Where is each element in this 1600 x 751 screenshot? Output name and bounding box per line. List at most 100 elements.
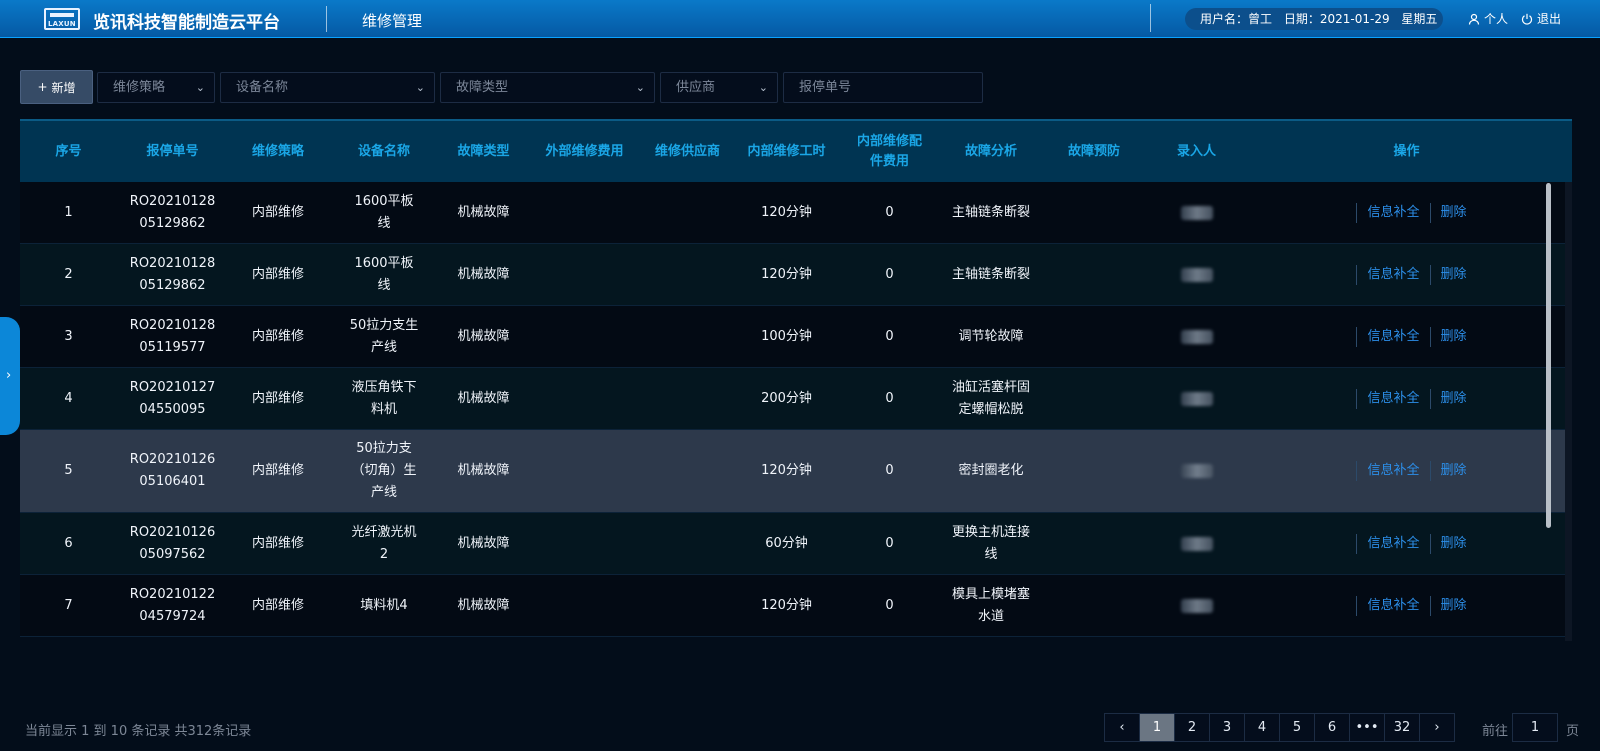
cell-hours: 120分钟 (761, 463, 812, 478)
cell-entered-by (1145, 182, 1248, 243)
cell-operations: 信息补全 删除 (1248, 244, 1565, 305)
goto-page-input[interactable]: 1 (1512, 713, 1558, 742)
cell-analysis: 密封圈老化 (958, 463, 1024, 478)
logout-link[interactable]: 退出 (1521, 10, 1561, 27)
cell-operations: 信息补全 删除 (1248, 306, 1565, 367)
complete-info-link[interactable]: 信息补全 (1367, 460, 1419, 482)
table-row[interactable]: 4 RO20210127 04550095 内部维修 液压角铁下料机 机械故障 200分钟… (20, 368, 1565, 430)
cell-strategy: 内部维修 (251, 204, 304, 220)
cell-parts-cost: 0 (885, 390, 894, 406)
divider (1429, 595, 1431, 616)
goto-prefix: 前往 (1482, 724, 1509, 739)
cell-fault-type: 机械故障 (457, 535, 510, 551)
supplier-select[interactable]: 供应商 ⌄ (660, 72, 778, 103)
table-row[interactable]: 1 RO20210128 05129862 内部维修 1600平板线 机械故障 120分钟… (20, 182, 1565, 244)
table-row[interactable]: 5 RO20210126 05106401 内部维修 50拉力支（切角）生产线 机械故障… (20, 430, 1565, 513)
page-ellipsis[interactable]: ••• (1349, 713, 1385, 742)
page-button[interactable]: 3 (1209, 713, 1245, 742)
next-page-button[interactable]: › (1419, 713, 1455, 742)
complete-info-link[interactable]: 信息补全 (1367, 326, 1419, 348)
cell-hours: 120分钟 (761, 597, 812, 613)
cell-no: 3 (64, 328, 73, 344)
cell-fault-type: 机械故障 (457, 463, 510, 478)
divider (1429, 264, 1431, 285)
complete-info-link[interactable]: 信息补全 (1367, 202, 1419, 224)
delete-link[interactable]: 删除 (1441, 533, 1467, 555)
redacted-name (1180, 391, 1213, 406)
cell-hours: 200分钟 (761, 390, 812, 406)
table-row[interactable]: 3 RO20210128 05119577 内部维修 50拉力支生产线 机械故障 100分… (20, 306, 1565, 368)
cell-parts-cost: 0 (885, 535, 894, 551)
strategy-select[interactable]: 维修策略 ⌄ (97, 72, 215, 103)
cell-entered-by (1145, 368, 1248, 429)
sidebar-toggle[interactable]: › (0, 317, 20, 435)
pagination: ‹ 1 2 3 4 5 6 ••• 32 › (1104, 713, 1455, 742)
user-icon (1468, 13, 1480, 25)
divider (1429, 326, 1431, 347)
complete-info-link[interactable]: 信息补全 (1367, 595, 1419, 617)
scrollbar-track[interactable] (1565, 182, 1572, 641)
cell-device: 光纤激光机2 (351, 524, 417, 562)
scrollbar-thumb[interactable] (1546, 183, 1551, 528)
column-header: 录入人 (1176, 143, 1216, 159)
cell-strategy: 内部维修 (251, 390, 304, 406)
redacted-name (1180, 464, 1213, 478)
cell-report-no: RO20210128 05129862 (129, 255, 216, 293)
divider (1356, 202, 1358, 223)
table-row[interactable]: 6 RO20210126 05097562 内部维修 光纤激光机2 机械故障 60分钟 0 更… (20, 513, 1565, 575)
report-no-input[interactable]: 报停单号 (783, 72, 983, 103)
cell-parts-cost: 0 (885, 266, 894, 282)
delete-link[interactable]: 删除 (1441, 264, 1467, 286)
page-button[interactable]: 1 (1139, 713, 1175, 742)
cell-report-no: RO20210122 04579724 (129, 586, 216, 624)
column-header: 报停单号 (146, 143, 199, 159)
device-select[interactable]: 设备名称 ⌄ (220, 72, 435, 103)
supplier-placeholder: 供应商 (676, 80, 716, 95)
cell-device: 50拉力支生产线 (349, 317, 419, 355)
user-info: 用户名：曾工 日期：2021-01-29 星期五 (1185, 8, 1443, 30)
page-button[interactable]: 6 (1314, 713, 1350, 742)
divider (1356, 264, 1358, 285)
delete-link[interactable]: 删除 (1441, 595, 1467, 617)
prev-page-button[interactable]: ‹ (1104, 713, 1140, 742)
records-summary: 当前显示 1 到 10 条记录 共312条记录 (25, 724, 252, 739)
add-button[interactable]: + 新增 (20, 70, 93, 104)
cell-parts-cost: 0 (885, 463, 894, 478)
fault-type-select[interactable]: 故障类型 ⌄ (440, 72, 655, 103)
redacted-name (1180, 267, 1213, 282)
chevron-down-icon: ⌄ (635, 81, 645, 94)
table-row[interactable]: 7 RO20210122 04579724 内部维修 填料机4 机械故障 120分钟 0 模具… (20, 575, 1565, 637)
add-button-label: 新增 (51, 80, 76, 95)
page-button[interactable]: 4 (1244, 713, 1280, 742)
cell-no: 6 (64, 535, 73, 551)
cell-report-no: RO20210126 05097562 (129, 524, 216, 562)
page-button[interactable]: 5 (1279, 713, 1315, 742)
delete-link[interactable]: 删除 (1441, 326, 1467, 348)
cell-strategy: 内部维修 (251, 597, 304, 613)
profile-label: 个人 (1484, 12, 1509, 26)
divider (1429, 461, 1431, 481)
page-button[interactable]: 32 (1384, 713, 1420, 742)
redacted-name (1180, 536, 1213, 551)
cell-entered-by (1145, 244, 1248, 305)
cell-supplier (642, 430, 733, 512)
delete-link[interactable]: 删除 (1441, 460, 1467, 482)
complete-info-link[interactable]: 信息补全 (1367, 264, 1419, 286)
page-button[interactable]: 2 (1174, 713, 1210, 742)
cell-no: 2 (64, 266, 73, 282)
user-label: 用户名：曾工 (1200, 12, 1273, 26)
table-row[interactable]: 2 RO20210128 05129862 内部维修 1600平板线 机械故障 120分钟… (20, 244, 1565, 306)
delete-link[interactable]: 删除 (1441, 388, 1467, 410)
fault-type-placeholder: 故障类型 (456, 80, 509, 95)
divider (1356, 326, 1358, 347)
profile-link[interactable]: 个人 (1468, 10, 1508, 27)
cell-operations: 信息补全 删除 (1248, 575, 1565, 636)
power-icon (1521, 13, 1533, 25)
goto-suffix: 页 (1566, 724, 1580, 739)
cell-device: 1600平板线 (354, 193, 414, 231)
complete-info-link[interactable]: 信息补全 (1367, 388, 1419, 410)
complete-info-link[interactable]: 信息补全 (1367, 533, 1419, 555)
cell-analysis: 油缸活塞杆固定螺帽松脱 (951, 379, 1030, 417)
delete-link[interactable]: 删除 (1441, 202, 1467, 224)
cell-supplier (642, 306, 733, 367)
